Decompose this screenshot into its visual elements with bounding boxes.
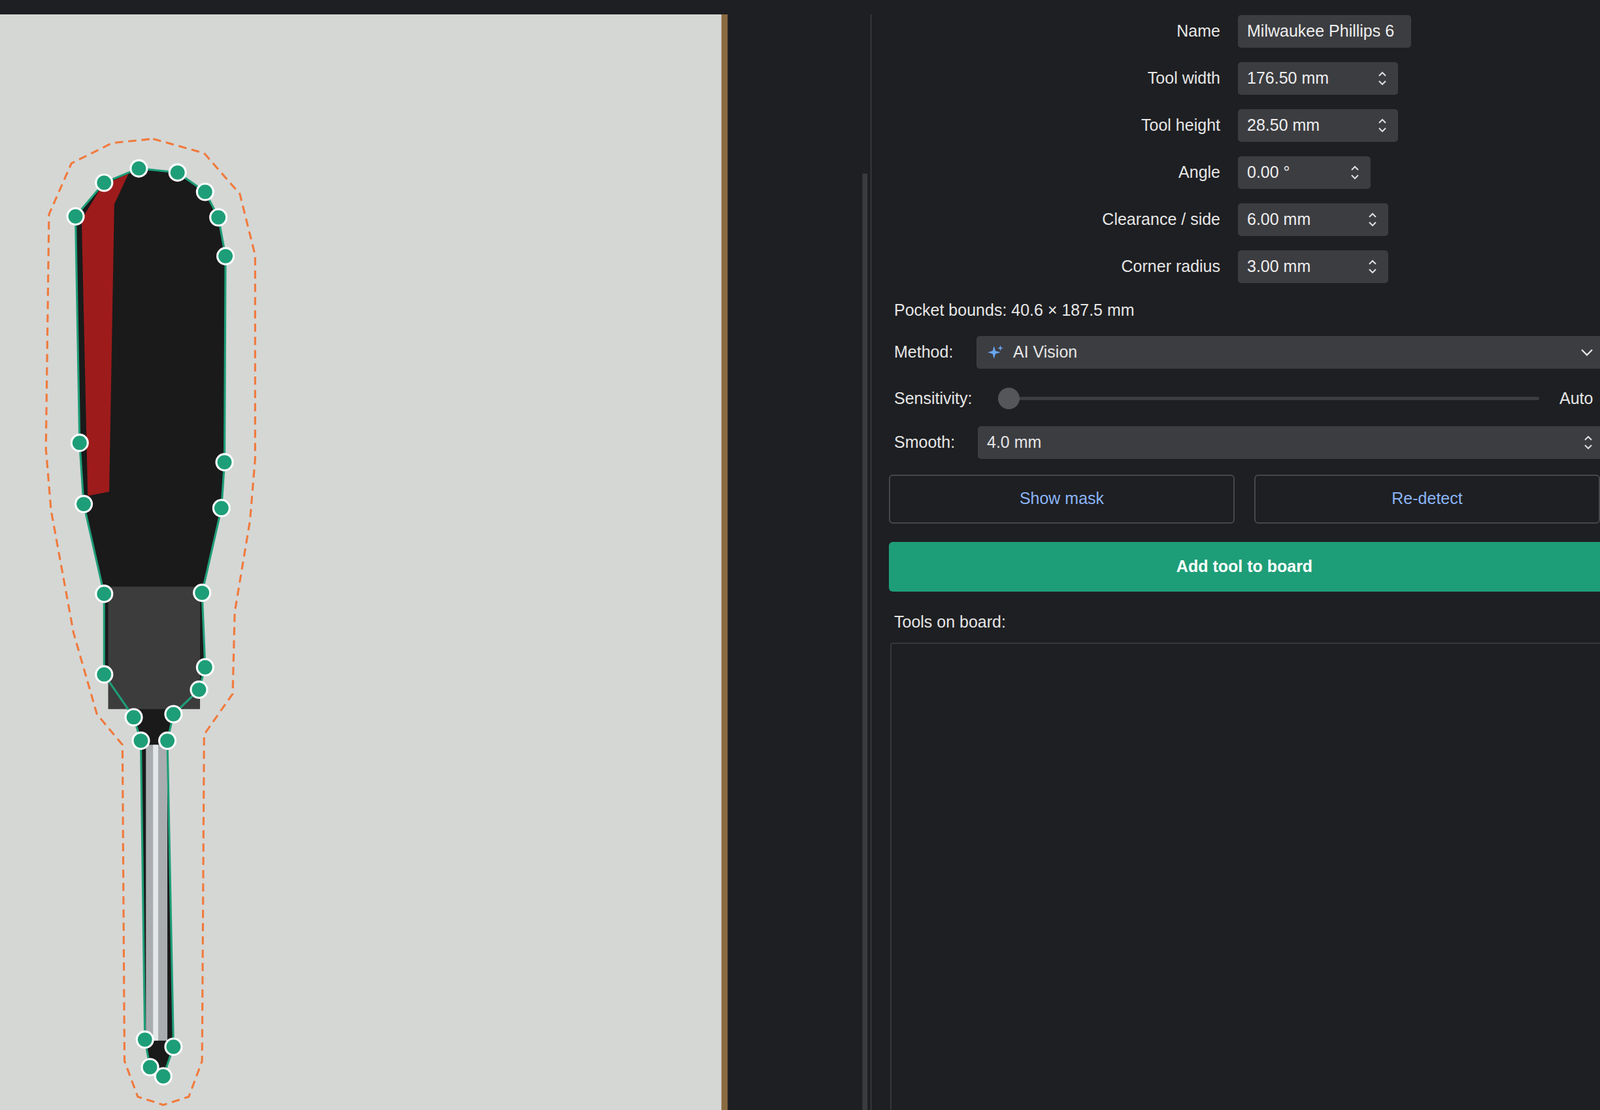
outline-point[interactable] xyxy=(190,681,208,699)
number-input[interactable]: 176.50 mm xyxy=(1237,62,1399,95)
outline-point[interactable] xyxy=(67,207,84,225)
field-value: 0.00 ° xyxy=(1247,160,1291,185)
outline-point[interactable] xyxy=(96,585,113,602)
smooth-label: Smooth: xyxy=(894,430,978,455)
outline-point[interactable] xyxy=(136,1031,153,1048)
number-input[interactable]: 6.00 mm xyxy=(1237,203,1389,236)
canvas[interactable] xyxy=(0,14,873,1110)
field-label: Corner radius xyxy=(872,254,1221,280)
outline-point[interactable] xyxy=(196,658,214,676)
tools-label: Tools on board: xyxy=(872,609,1600,635)
smooth-input[interactable]: 4.0 mm xyxy=(977,426,1600,459)
number-input[interactable]: 28.50 mm xyxy=(1237,109,1399,142)
stepper-icon[interactable] xyxy=(1377,69,1388,87)
stepper-icon[interactable] xyxy=(1349,164,1361,182)
sparkle-icon xyxy=(986,343,1004,361)
smooth-row: Smooth: 4.0 mm xyxy=(872,426,1600,459)
add-tool-button[interactable]: Add tool to board xyxy=(888,541,1600,592)
outline-point[interactable] xyxy=(194,584,211,601)
outline-point[interactable] xyxy=(217,247,234,265)
outline-point[interactable] xyxy=(159,732,176,750)
outline-point[interactable] xyxy=(96,666,113,683)
field-row: Tool height 28.50 mm xyxy=(872,101,1600,150)
tool-outline xyxy=(75,168,227,1077)
sensitivity-reading: Auto xyxy=(1559,386,1593,412)
outline-point[interactable] xyxy=(169,164,186,181)
field-label: Angle xyxy=(872,160,1221,185)
field-row: Clearance / side 6.00 mm xyxy=(872,196,1600,244)
outline-point[interactable] xyxy=(75,496,93,513)
stepper-icon[interactable] xyxy=(1583,433,1594,451)
field-row: Name Milwaukee Phillips 6 xyxy=(872,7,1600,55)
outline-point[interactable] xyxy=(125,709,142,726)
smooth-value: 4.0 mm xyxy=(986,430,1042,455)
tools-list[interactable] xyxy=(890,642,1600,1110)
field-label: Name xyxy=(872,18,1221,44)
number-input[interactable]: 0.00 ° xyxy=(1237,156,1371,189)
sensitivity-row: Sensitivity: Auto xyxy=(872,384,1600,414)
pocket-outline xyxy=(45,138,255,1105)
outline-point[interactable] xyxy=(141,1058,159,1076)
field-value: 6.00 mm xyxy=(1247,207,1311,233)
sensitivity-slider[interactable] xyxy=(998,396,1540,400)
tool-photo xyxy=(0,14,728,1110)
field-value: Milwaukee Phillips 6 xyxy=(1247,18,1395,44)
text-input[interactable]: Milwaukee Phillips 6 xyxy=(1237,15,1412,48)
field-value: 3.00 mm xyxy=(1247,254,1311,280)
field-value: 28.50 mm xyxy=(1247,113,1320,138)
outline-point[interactable] xyxy=(130,160,148,177)
field-label: Tool height xyxy=(872,113,1221,138)
method-label: Method: xyxy=(894,339,977,365)
outline-point[interactable] xyxy=(165,1038,182,1055)
top-strip xyxy=(0,0,873,15)
canvas-pane xyxy=(0,0,873,1110)
field-row: Tool width 176.50 mm xyxy=(872,54,1600,102)
outline-point[interactable] xyxy=(213,500,230,517)
field-row: Angle 0.00 ° xyxy=(872,149,1600,197)
properties-panel: Name Milwaukee Phillips 6 Tool width 176.50… xyxy=(872,0,1600,1110)
field-label: Clearance / side xyxy=(872,207,1221,233)
number-input[interactable]: 3.00 mm xyxy=(1237,250,1389,284)
pocket-bounds: Pocket bounds: 40.6 × 187.5 mm xyxy=(872,298,1600,323)
field-row: Corner radius 3.00 mm xyxy=(872,243,1600,291)
outline-point[interactable] xyxy=(216,454,233,471)
button-label: Show mask xyxy=(1019,486,1104,512)
sensitivity-label: Sensitivity: xyxy=(894,386,999,412)
outline-point[interactable] xyxy=(132,732,150,750)
stepper-icon[interactable] xyxy=(1367,211,1378,229)
method-dropdown[interactable]: AI Vision xyxy=(976,335,1600,369)
chevron-down-icon xyxy=(1579,344,1595,361)
field-label: Tool width xyxy=(872,66,1221,91)
secondary-button[interactable]: Re-detect xyxy=(1254,474,1600,524)
outline-point[interactable] xyxy=(96,174,113,191)
stepper-icon[interactable] xyxy=(1367,258,1378,276)
button-label: Re-detect xyxy=(1391,486,1463,512)
slider-handle[interactable] xyxy=(998,387,1020,410)
outline-point[interactable] xyxy=(71,434,88,451)
method-row: Method: AI Vision xyxy=(872,335,1600,369)
stepper-icon[interactable] xyxy=(1377,116,1388,134)
scrollbar[interactable] xyxy=(862,173,868,1110)
field-value: 176.50 mm xyxy=(1247,66,1329,91)
outline-point[interactable] xyxy=(210,209,227,226)
method-value: AI Vision xyxy=(1013,339,1580,365)
button-label: Add tool to board xyxy=(1176,554,1313,580)
secondary-button[interactable]: Show mask xyxy=(888,474,1235,524)
outline-point[interactable] xyxy=(165,705,182,723)
outline-point[interactable] xyxy=(196,183,214,200)
button-row: Show mask Re-detect xyxy=(872,474,1600,524)
